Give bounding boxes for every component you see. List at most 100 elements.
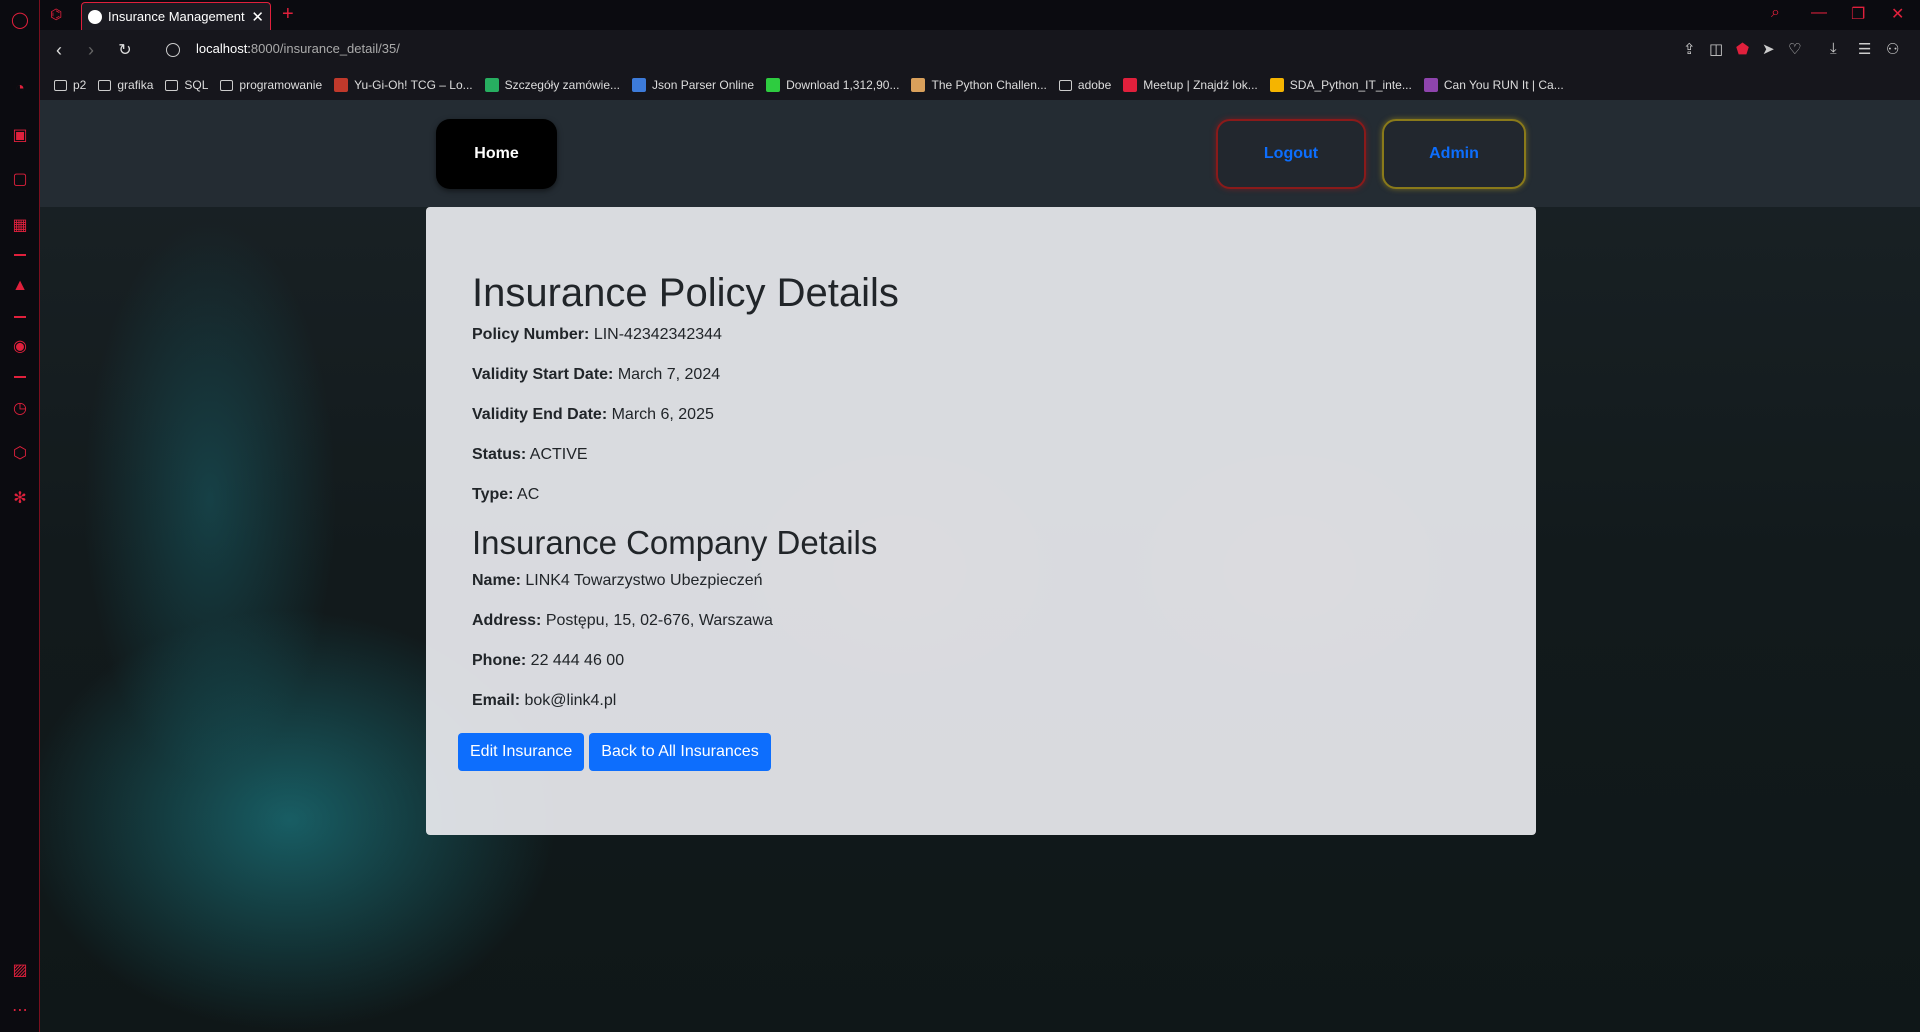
- url-host: localhost:: [196, 41, 251, 56]
- search-tabs-icon[interactable]: ⌕: [1771, 4, 1780, 22]
- shopping-bag-icon[interactable]: ▣: [8, 123, 32, 147]
- folder-icon: [220, 79, 234, 91]
- bookmark-label: Download 1,312,90...: [786, 78, 900, 92]
- bookmark-item[interactable]: SQL: [165, 78, 208, 92]
- address-row: Address: Postępu, 15, 02-676, Warszawa: [472, 609, 1490, 633]
- easy-setup-icon[interactable]: ☰: [1858, 40, 1871, 58]
- sidebar-divider: [14, 376, 26, 378]
- sidebar-divider: [14, 316, 26, 318]
- phone-row: Phone: 22 444 46 00: [472, 649, 1490, 673]
- bookmark-label: Can You RUN It | Ca...: [1443, 78, 1564, 92]
- folder-icon: [54, 79, 67, 91]
- bookmark-favicon-icon: [1269, 78, 1284, 92]
- bookmark-item[interactable]: Yu-Gi-Oh! TCG – Lo...: [334, 78, 473, 92]
- player-icon[interactable]: ▦: [8, 213, 32, 237]
- bookmark-label: SDA_Python_IT_inte...: [1289, 78, 1412, 92]
- tab-title: Insurance Management Ap: [108, 9, 247, 24]
- restore-icon[interactable]: ❐: [1851, 4, 1865, 24]
- policy-number-row: Policy Number: LIN-42342342344: [472, 323, 1490, 347]
- twitch-icon[interactable]: ▢: [8, 167, 32, 191]
- back-arrow-icon[interactable]: ‹: [47, 38, 71, 62]
- policy-number-label: Policy Number:: [472, 326, 590, 343]
- phone-label: Phone:: [472, 651, 527, 669]
- more-options-icon[interactable]: ⋯: [8, 998, 32, 1022]
- action-buttons: Edit Insurance Back to All Insurances: [458, 733, 771, 771]
- bookmark-item[interactable]: grafika: [98, 78, 153, 92]
- status-row: Status: ACTIVE: [472, 443, 1490, 467]
- browser-sidebar: ◯ ◔ ▣ ▢ ▦ ▲ ◉ ◷ ⬡ ✻ ▨ ⋯: [0, 0, 40, 1032]
- bookmark-favicon-icon: [911, 78, 926, 92]
- bookmark-item[interactable]: adobe: [1058, 78, 1111, 92]
- downloads-icon[interactable]: ⤓: [1830, 40, 1837, 57]
- bookmark-item[interactable]: Json Parser Online: [632, 78, 754, 92]
- bookmark-item[interactable]: programowanie: [220, 78, 322, 92]
- share-icon[interactable]: ⇪: [1683, 40, 1696, 58]
- site-info-globe-icon[interactable]: [166, 43, 180, 57]
- close-window-icon[interactable]: ✕: [1891, 4, 1904, 24]
- aria-icon[interactable]: ▲: [8, 274, 32, 298]
- phone-value: 22 444 46 00: [530, 651, 625, 669]
- tab-close-icon[interactable]: ✕: [251, 8, 264, 26]
- snapshot-camera-icon[interactable]: ◫: [1709, 40, 1723, 58]
- bookmark-item[interactable]: SDA_Python_IT_inte...: [1269, 78, 1412, 92]
- logout-button[interactable]: Logout: [1216, 119, 1366, 189]
- wallpaper-icon[interactable]: ▨: [8, 958, 32, 982]
- start-date-row: Validity Start Date: March 7, 2024: [472, 363, 1490, 387]
- site-navbar: Home Logout Admin: [40, 100, 1920, 207]
- profile-icon[interactable]: ⚇: [1886, 40, 1899, 58]
- folder-icon: [165, 79, 179, 91]
- minimize-icon[interactable]: —: [1811, 4, 1827, 22]
- bookmark-label: Szczegóły zamówie...: [504, 78, 621, 92]
- forward-arrow-icon[interactable]: ›: [79, 38, 103, 62]
- new-tab-plus-icon[interactable]: +: [282, 3, 294, 26]
- bookmarks-bar: p2 grafika SQL programowanie Yu-Gi-Oh! TCG –…: [40, 70, 1920, 100]
- start-date-label: Validity Start Date:: [472, 366, 614, 383]
- edit-insurance-button[interactable]: Edit Insurance: [458, 733, 585, 771]
- company-name-label: Name:: [472, 571, 521, 589]
- reload-icon[interactable]: ↻: [113, 38, 137, 62]
- page-viewport: Home Logout Admin Insurance Policy Detai…: [40, 100, 1920, 1032]
- gamepad-icon[interactable]: ⌬: [50, 6, 62, 23]
- active-tab[interactable]: Insurance Management Ap ✕: [81, 2, 271, 30]
- folder-icon: [1058, 79, 1072, 91]
- send-icon[interactable]: ➤: [1762, 40, 1775, 58]
- bookmark-favicon-icon: [334, 78, 349, 92]
- bookmark-item[interactable]: p2: [54, 78, 86, 92]
- settings-gear-icon[interactable]: ✻: [8, 486, 32, 510]
- bookmark-item[interactable]: Can You RUN It | Ca...: [1423, 78, 1564, 92]
- details-card: Insurance Policy Details Policy Number: …: [426, 207, 1536, 835]
- adblock-shield-icon[interactable]: ⬟: [1736, 40, 1749, 58]
- type-label: Type:: [472, 486, 514, 503]
- music-player-icon[interactable]: ◉: [8, 334, 32, 358]
- end-date-value: March 6, 2025: [611, 406, 714, 423]
- company-name-row: Name: LINK4 Towarzystwo Ubezpieczeń: [472, 569, 1490, 593]
- url-path: 8000/insurance_detail/35/: [250, 41, 400, 56]
- bookmark-label: programowanie: [239, 78, 323, 92]
- favorites-heart-icon[interactable]: ♡: [1788, 40, 1801, 58]
- admin-button[interactable]: Admin: [1382, 119, 1526, 189]
- bookmark-favicon-icon: [1123, 78, 1138, 92]
- bookmark-item[interactable]: The Python Challen...: [911, 78, 1047, 92]
- email-value: bok@link4.pl: [524, 691, 617, 709]
- home-button[interactable]: Home: [436, 119, 557, 189]
- email-row: Email: bok@link4.pl: [472, 689, 1490, 713]
- bookmark-label: p2: [73, 78, 87, 92]
- bookmark-label: The Python Challen...: [931, 78, 1047, 92]
- company-name-value: LINK4 Towarzystwo Ubezpieczeń: [525, 571, 763, 589]
- opera-logo-icon[interactable]: ◯: [8, 8, 32, 32]
- back-to-all-button[interactable]: Back to All Insurances: [589, 733, 771, 771]
- type-value: AC: [517, 486, 540, 503]
- bookmark-item[interactable]: Download 1,312,90...: [766, 78, 899, 92]
- history-icon[interactable]: ◷: [8, 396, 32, 420]
- speed-dial-icon[interactable]: ◔: [8, 77, 32, 101]
- url-field[interactable]: localhost:8000/insurance_detail/35/: [196, 41, 400, 56]
- bookmark-label: SQL: [184, 78, 209, 92]
- bookmark-item[interactable]: Meetup | Znajdź lok...: [1123, 78, 1258, 92]
- tab-favicon-icon: [88, 9, 102, 24]
- bookmark-item[interactable]: Szczegóły zamówie...: [484, 78, 621, 92]
- policy-heading: Insurance Policy Details: [472, 271, 899, 315]
- end-date-row: Validity End Date: March 6, 2025: [472, 403, 1490, 427]
- folder-icon: [98, 79, 112, 91]
- extensions-cube-icon[interactable]: ⬡: [8, 441, 32, 465]
- type-row: Type: AC: [472, 483, 1490, 507]
